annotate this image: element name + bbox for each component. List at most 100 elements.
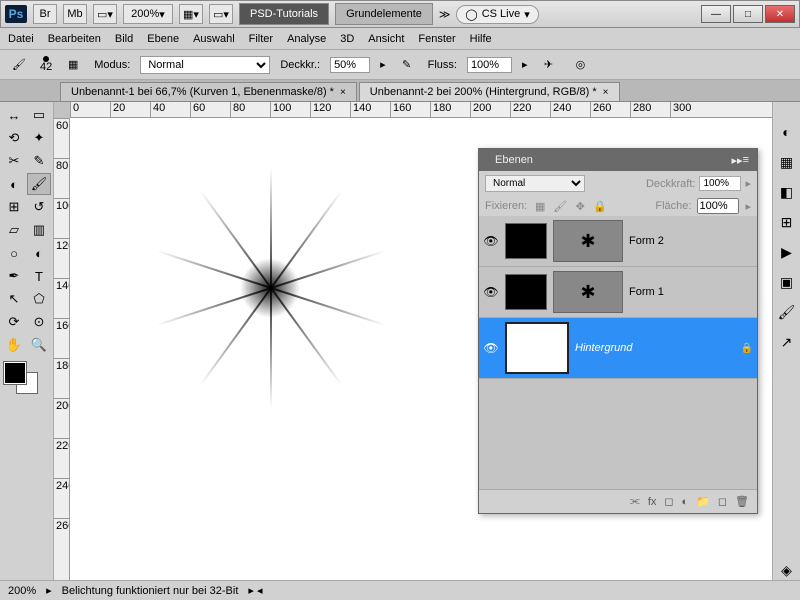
- layer-style-icon[interactable]: fx: [648, 496, 657, 508]
- panel-menu-icon[interactable]: ≡: [743, 154, 749, 166]
- marquee-tool[interactable]: ▭: [27, 104, 51, 126]
- menu-analyse[interactable]: Analyse: [287, 33, 326, 45]
- type-tool[interactable]: T: [27, 265, 51, 287]
- status-zoom[interactable]: 200%: [8, 585, 36, 597]
- bridge-button[interactable]: Br: [33, 4, 57, 24]
- new-layer-icon[interactable]: ◻: [718, 495, 727, 508]
- brush-panel-toggle[interactable]: ▦: [62, 54, 84, 76]
- zoom-tool[interactable]: 🔍: [27, 334, 51, 356]
- menu-filter[interactable]: Filter: [249, 33, 273, 45]
- adjustments-panel-icon[interactable]: ◧: [777, 182, 797, 202]
- layers-panel[interactable]: Ebenen ▸▸ ≡ Normal Deckkraft: ▸ Fixieren…: [478, 148, 758, 514]
- layer-thumb[interactable]: [505, 322, 569, 374]
- lock-position-icon[interactable]: ✥: [573, 199, 587, 213]
- clone-stamp-tool[interactable]: ⊞: [2, 196, 26, 218]
- horizontal-ruler[interactable]: 0204060801001201401601802002202402602803…: [70, 102, 772, 118]
- flow-dropdown-icon[interactable]: ▸: [522, 58, 528, 71]
- layer-shape-thumb[interactable]: ✱: [553, 220, 623, 262]
- menu-hilfe[interactable]: Hilfe: [470, 33, 492, 45]
- gradient-tool[interactable]: ▥: [27, 219, 51, 241]
- adjustment-layer-icon[interactable]: ◐: [682, 496, 689, 508]
- layer-row-form1[interactable]: 👁 ✱ Form 1: [479, 267, 757, 318]
- fill-dropdown-icon[interactable]: ▸: [745, 200, 751, 213]
- layer-mask-icon[interactable]: ◻: [664, 495, 673, 508]
- layers-panel-tab[interactable]: Ebenen ▸▸ ≡: [479, 149, 757, 171]
- dodge-tool[interactable]: ◐: [27, 242, 51, 264]
- eraser-tool[interactable]: ▱: [2, 219, 26, 241]
- panel-collapse-icon[interactable]: ▸▸: [732, 154, 743, 167]
- styles-panel-icon[interactable]: ⊞: [777, 212, 797, 232]
- lock-all-icon[interactable]: 🔒: [593, 199, 607, 213]
- opacity-input[interactable]: [330, 57, 370, 73]
- visibility-toggle-icon[interactable]: 👁: [483, 234, 499, 248]
- lock-transparency-icon[interactable]: ▦: [533, 199, 547, 213]
- layer-row-hintergrund[interactable]: 👁 Hintergrund 🔒: [479, 318, 757, 379]
- brush-tool[interactable]: 🖌: [27, 173, 51, 195]
- opacity-pressure-icon[interactable]: ✎: [396, 54, 418, 76]
- shape-tool[interactable]: ⬠: [27, 288, 51, 310]
- view-extras-button[interactable]: ▦▾: [179, 4, 203, 24]
- airbrush-icon[interactable]: ✈: [537, 54, 559, 76]
- blur-tool[interactable]: ○: [2, 242, 26, 264]
- cs-live-button[interactable]: ◯ CS Live ▾: [456, 5, 538, 24]
- layer-name[interactable]: Form 2: [629, 235, 753, 247]
- color-panel-icon[interactable]: ◐: [777, 122, 797, 142]
- link-layers-icon[interactable]: ⫘: [630, 495, 640, 508]
- menu-bild[interactable]: Bild: [115, 33, 133, 45]
- move-tool[interactable]: ↔: [2, 104, 26, 126]
- healing-brush-tool[interactable]: ◐: [2, 173, 26, 195]
- hand-tool[interactable]: ✋: [2, 334, 26, 356]
- workspace-tab-grundelemente[interactable]: Grundelemente: [335, 3, 433, 25]
- brush-panel-icon[interactable]: 🖌: [777, 302, 797, 322]
- history-brush-tool[interactable]: ↺: [27, 196, 51, 218]
- menu-ansicht[interactable]: Ansicht: [368, 33, 404, 45]
- foreground-color-swatch[interactable]: [4, 362, 26, 384]
- brush-preset-picker[interactable]: 42: [40, 56, 52, 73]
- delete-layer-icon[interactable]: 🗑: [735, 495, 749, 508]
- blend-mode-select[interactable]: Normal: [140, 56, 270, 74]
- vertical-ruler[interactable]: 6080100120140160180200220240260: [54, 118, 70, 580]
- doctab-1-close-icon[interactable]: ×: [340, 87, 346, 98]
- path-selection-tool[interactable]: ↖: [2, 288, 26, 310]
- window-minimize-button[interactable]: —: [701, 5, 731, 23]
- layer-name[interactable]: Hintergrund: [575, 342, 735, 354]
- tablet-pressure-icon[interactable]: ◎: [569, 54, 591, 76]
- layer-opacity-dropdown-icon[interactable]: ▸: [745, 177, 751, 190]
- document-tab-1[interactable]: Unbenannt-1 bei 66,7% (Kurven 1, Ebenenm…: [60, 82, 357, 101]
- menu-fenster[interactable]: Fenster: [418, 33, 455, 45]
- more-workspaces-icon[interactable]: ≫: [439, 8, 451, 21]
- window-close-button[interactable]: ✕: [765, 5, 795, 23]
- swatches-panel-icon[interactable]: ▦: [777, 152, 797, 172]
- menu-auswahl[interactable]: Auswahl: [193, 33, 235, 45]
- paths-panel-icon[interactable]: ↗: [777, 332, 797, 352]
- lock-pixels-icon[interactable]: 🖌: [553, 199, 567, 213]
- magic-wand-tool[interactable]: ✦: [27, 127, 51, 149]
- layer-opacity-input[interactable]: [699, 176, 741, 191]
- 3d-camera-tool[interactable]: ⊙: [27, 311, 51, 333]
- layer-shape-thumb[interactable]: ✱: [553, 271, 623, 313]
- fill-input[interactable]: [697, 198, 739, 214]
- visibility-toggle-icon[interactable]: 👁: [483, 341, 499, 355]
- layer-group-icon[interactable]: 📁: [696, 495, 710, 508]
- layers-panel-icon[interactable]: ◈: [777, 560, 797, 580]
- window-maximize-button[interactable]: □: [733, 5, 763, 23]
- screen-mode-button[interactable]: ▭▾: [93, 4, 117, 24]
- doctab-2-close-icon[interactable]: ×: [603, 87, 609, 98]
- flow-input[interactable]: [467, 57, 512, 73]
- opacity-dropdown-icon[interactable]: ▸: [380, 58, 386, 71]
- document-tab-2[interactable]: Unbenannt-2 bei 200% (Hintergrund, RGB/8…: [359, 82, 620, 101]
- lasso-tool[interactable]: ⟲: [2, 127, 26, 149]
- history-panel-icon[interactable]: ▶: [777, 242, 797, 262]
- menu-bearbeiten[interactable]: Bearbeiten: [48, 33, 101, 45]
- visibility-toggle-icon[interactable]: 👁: [483, 285, 499, 299]
- pen-tool[interactable]: ✒: [2, 265, 26, 287]
- layer-color-thumb[interactable]: [505, 223, 547, 259]
- workspace-tab-psd-tutorials[interactable]: PSD-Tutorials: [239, 3, 329, 25]
- layer-blend-mode-select[interactable]: Normal: [485, 175, 585, 192]
- eyedropper-tool[interactable]: ✎: [27, 150, 51, 172]
- layer-color-thumb[interactable]: [505, 274, 547, 310]
- color-swatches[interactable]: [2, 362, 42, 398]
- menu-ebene[interactable]: Ebene: [147, 33, 179, 45]
- brush-tool-icon[interactable]: 🖌: [8, 54, 30, 76]
- crop-tool[interactable]: ✂: [2, 150, 26, 172]
